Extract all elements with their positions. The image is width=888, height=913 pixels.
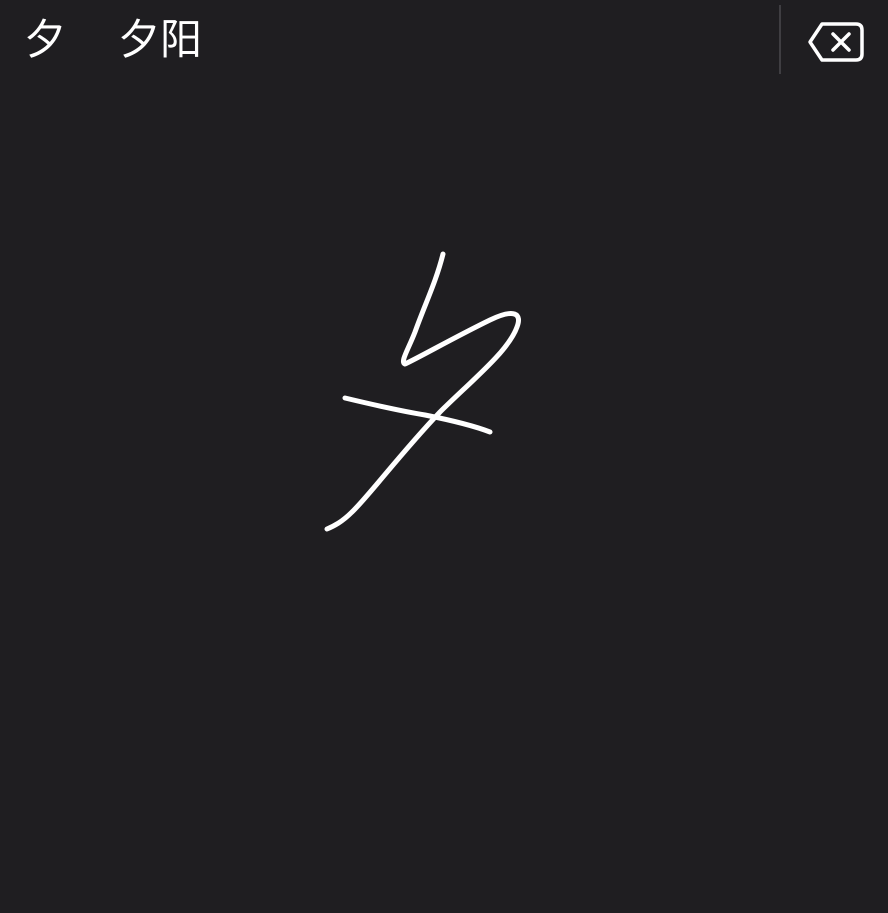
divider — [779, 5, 781, 74]
delete-backward-icon — [806, 18, 868, 66]
handwriting-stroke-2 — [342, 395, 493, 435]
candidate-1[interactable]: 夕 — [24, 12, 66, 68]
handwriting-stroke-1 — [324, 251, 521, 532]
delete-button[interactable] — [806, 18, 868, 66]
candidate-2[interactable]: 夕阳 — [118, 12, 202, 68]
candidate-bar: 夕 夕阳 — [0, 0, 888, 82]
handwriting-canvas[interactable] — [0, 82, 888, 913]
